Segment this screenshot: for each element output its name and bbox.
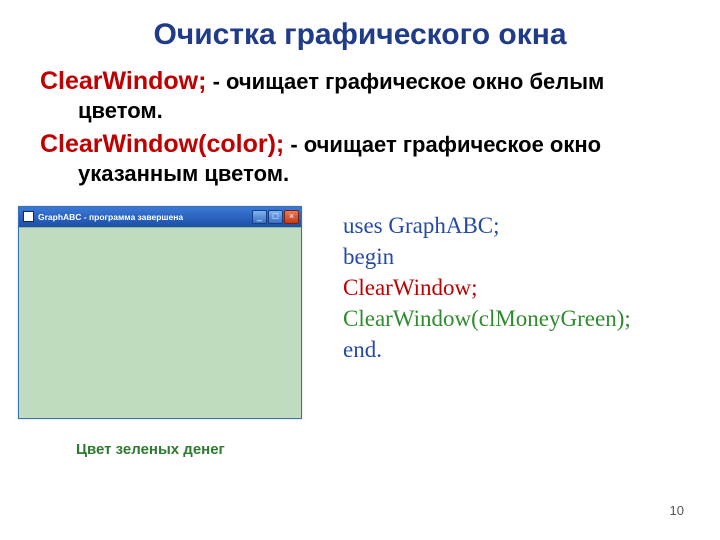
cmd-clearwindow: ClearWindow; <box>40 67 206 95</box>
close-button[interactable]: × <box>284 210 299 224</box>
window-caption: Цвет зеленых денег <box>76 441 303 458</box>
window-titlebar: GraphABC - программа завершена _ □ × <box>19 207 301 227</box>
page-number: 10 <box>670 503 684 518</box>
code-line-clear1: ClearWindow; <box>343 272 680 303</box>
cmd-clearwindow-color: ClearWindow(color); <box>40 130 284 158</box>
desc-line-1: ClearWindow; - очищает графическое окно … <box>40 66 680 125</box>
cmd2-desc-a: - очищает графическое окно <box>284 132 601 157</box>
window-title-text: GraphABC - программа завершена <box>38 212 252 222</box>
code-line-clear2: ClearWindow(clMoneyGreen); <box>343 303 680 334</box>
code-line-end: end. <box>343 334 680 365</box>
minimize-button[interactable]: _ <box>252 210 267 224</box>
desc-line-2: ClearWindow(color); - очищает графическо… <box>40 129 680 188</box>
example-window: GraphABC - программа завершена _ □ × <box>18 206 302 419</box>
cmd1-desc-a: - очищает графическое окно белым <box>206 69 604 94</box>
code-line-begin: begin <box>343 241 680 272</box>
code-line-uses: uses GraphABC; <box>343 210 680 241</box>
page-title: Очистка графического окна <box>40 18 680 52</box>
code-sample: uses GraphABC; begin ClearWindow; ClearW… <box>303 206 680 365</box>
window-client-area <box>19 227 301 418</box>
maximize-button[interactable]: □ <box>268 210 283 224</box>
cmd1-desc-b: цветом. <box>78 97 680 125</box>
window-app-icon <box>23 211 34 222</box>
cmd2-desc-b: указанным цветом. <box>78 160 680 188</box>
